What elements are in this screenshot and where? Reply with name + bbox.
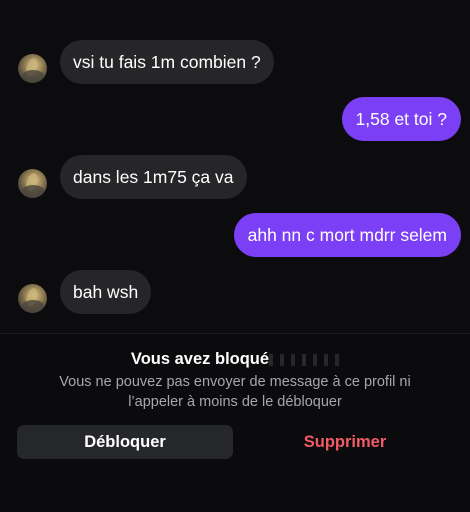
redacted-username — [269, 353, 340, 366]
outgoing-message-bubble[interactable]: ahh nn c mort mdrr selem — [233, 213, 461, 257]
blocked-title: Vous avez bloqué — [0, 350, 470, 369]
outgoing-message-bubble[interactable]: 1,58 et toi ? — [341, 97, 461, 141]
message-row: dans les 1m75 ça va — [0, 155, 470, 199]
contact-avatar[interactable] — [18, 284, 47, 313]
message-row: 1,58 et toi ? — [0, 97, 470, 141]
message-row: vsi tu fais 1m combien ? — [0, 40, 470, 84]
blocked-notice-panel: Vous avez bloqué Vous ne pouvez pas envo… — [0, 334, 470, 512]
conversation-thread: vsi tu fais 1m combien ? 1,58 et toi ? d… — [0, 0, 470, 335]
incoming-message-bubble[interactable]: bah wsh — [60, 270, 152, 314]
incoming-message-bubble[interactable]: dans les 1m75 ça va — [60, 155, 247, 199]
message-row: bah wsh — [0, 270, 470, 314]
delete-button[interactable]: Supprimer — [237, 425, 453, 459]
unblock-button[interactable]: Débloquer — [17, 425, 233, 459]
contact-avatar[interactable] — [18, 54, 47, 83]
blocked-description: Vous ne pouvez pas envoyer de message à … — [59, 374, 411, 410]
contact-avatar[interactable] — [18, 169, 47, 198]
message-row: ahh nn c mort mdrr selem — [0, 213, 470, 257]
blocked-title-text: Vous avez bloqué — [130, 350, 270, 368]
incoming-message-bubble[interactable]: vsi tu fais 1m combien ? — [60, 40, 274, 84]
